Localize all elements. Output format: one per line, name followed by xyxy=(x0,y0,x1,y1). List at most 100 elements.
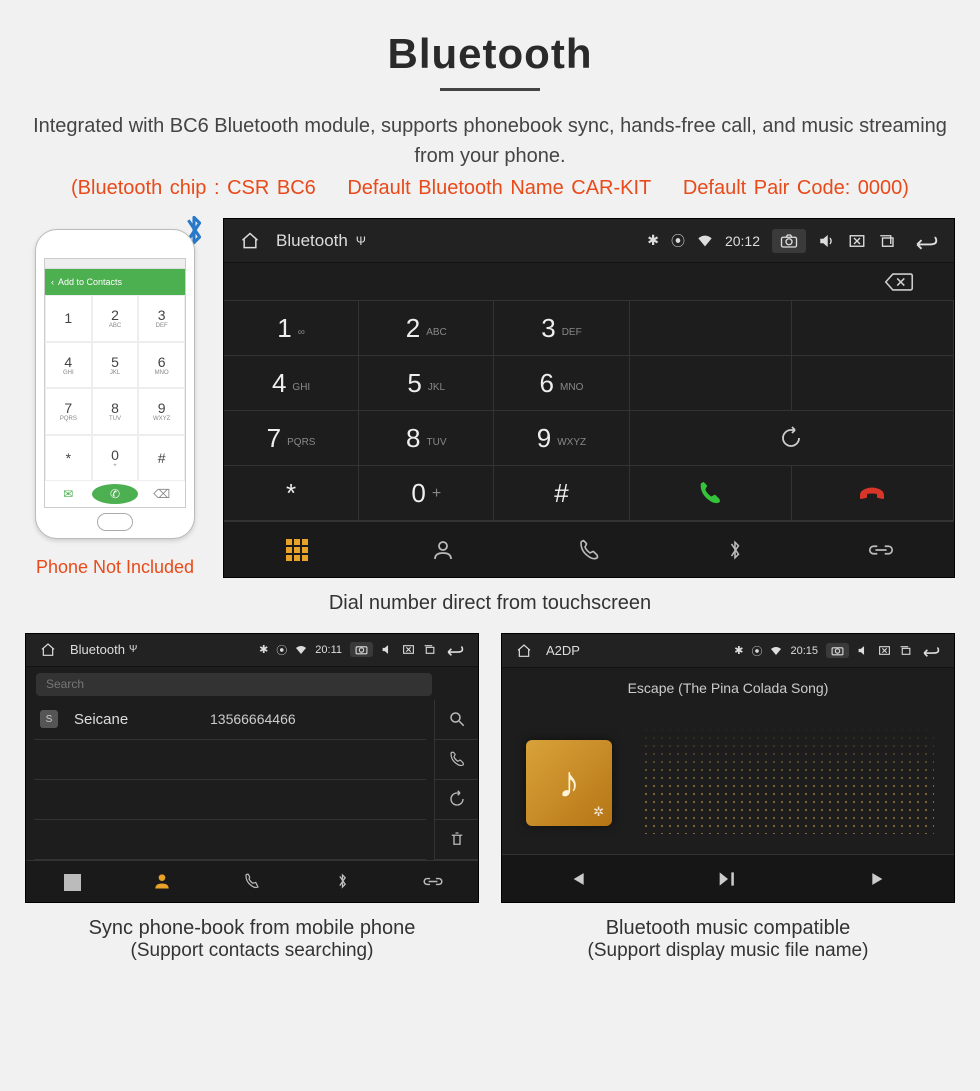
key-4[interactable]: 4GHI xyxy=(224,356,359,411)
spec-chip: (Bluetooth chip : CSR BC6 xyxy=(71,177,316,199)
volume-icon[interactable] xyxy=(381,644,394,655)
phone-keypad: 1 2ABC 3DEF 4GHI 5JKL 6MNO 7PQRS 8TUV 9W… xyxy=(45,295,185,481)
screenshot-icon[interactable] xyxy=(772,229,806,253)
delete-icon[interactable] xyxy=(435,820,478,860)
key-8[interactable]: 8TUV xyxy=(359,411,494,466)
key-7: 7 xyxy=(64,400,72,416)
dialer-bottombar xyxy=(224,521,954,577)
phone-mock: ‹ Add to Contacts 1 2ABC 3DEF 4GHI 5JKL … xyxy=(28,229,203,549)
close-icon[interactable] xyxy=(848,233,866,249)
bluetooth-specs: (Bluetooth chip : CSR BC6 Default Blueto… xyxy=(25,177,955,200)
phonebook-title: Bluetooth xyxy=(70,642,125,657)
prev-button[interactable] xyxy=(502,855,653,902)
key-5[interactable]: 5JKL xyxy=(359,356,494,411)
back-icon: ‹ xyxy=(51,277,54,287)
call-button[interactable] xyxy=(630,466,792,521)
close-icon[interactable] xyxy=(402,644,415,655)
wifi-icon xyxy=(697,234,713,248)
recent-icon[interactable] xyxy=(899,645,912,656)
recent-icon[interactable] xyxy=(878,233,896,249)
key-0[interactable]: 0+ xyxy=(359,466,494,521)
spec-name: Default Bluetooth Name CAR-KIT xyxy=(347,177,651,199)
tab-pair[interactable] xyxy=(808,522,954,577)
page-description: Integrated with BC6 Bluetooth module, su… xyxy=(25,111,955,171)
contact-row[interactable]: S Seicane 13566664466 xyxy=(34,700,426,740)
clock-time: 20:15 xyxy=(790,645,818,657)
tab-bluetooth[interactable] xyxy=(297,861,387,902)
hangup-button[interactable] xyxy=(792,466,954,521)
key-6[interactable]: 6MNO xyxy=(494,356,629,411)
side-actions xyxy=(434,700,478,860)
key-4: 4 xyxy=(64,354,72,370)
album-art: ♪ ✲ xyxy=(526,740,612,826)
search-input[interactable]: Search xyxy=(36,673,432,696)
tab-recents[interactable] xyxy=(207,861,297,902)
volume-icon[interactable] xyxy=(818,233,836,249)
tab-contacts[interactable] xyxy=(370,522,516,577)
back-icon[interactable] xyxy=(912,232,938,250)
empty-cell xyxy=(792,356,954,411)
screenshot-icon[interactable] xyxy=(826,643,849,658)
back-icon[interactable] xyxy=(920,644,940,657)
keypad: 1∞ 2ABC 3DEF 4GHI 5JKL 6MNO 7PQRS 8TUV 9… xyxy=(224,301,954,521)
backspace-button[interactable] xyxy=(844,263,954,300)
contact-number: 13566664466 xyxy=(210,711,296,727)
volume-icon[interactable] xyxy=(857,645,870,656)
key-8: 8 xyxy=(111,400,119,416)
next-button[interactable] xyxy=(803,855,954,902)
key-star[interactable]: * xyxy=(224,466,359,521)
wifi-icon xyxy=(295,645,307,655)
recent-icon[interactable] xyxy=(423,644,436,655)
key-1[interactable]: 1∞ xyxy=(224,301,359,356)
tab-bluetooth[interactable] xyxy=(662,522,808,577)
dialer-caption: Dial number direct from touchscreen xyxy=(25,592,955,615)
page-title: Bluetooth xyxy=(25,30,955,78)
dialer-topbar: Bluetooth Ψ ✱ ⦿ 20:12 xyxy=(224,219,954,263)
search-icon[interactable] xyxy=(435,700,478,740)
key-9: 9 xyxy=(158,400,166,416)
phone-header: ‹ Add to Contacts xyxy=(45,269,185,295)
key-hash: # xyxy=(158,450,166,466)
tab-keypad[interactable] xyxy=(224,522,370,577)
key-3[interactable]: 3DEF xyxy=(494,301,629,356)
a2dp-screenshot: A2DP ✱ ⦿ 20:15 Escape (The Pina Colada S… xyxy=(501,633,955,903)
sms-icon: ✉ xyxy=(45,481,92,507)
tab-keypad[interactable] xyxy=(26,861,116,902)
tab-pair[interactable] xyxy=(388,861,478,902)
bt-status-icon: ✱ xyxy=(734,644,743,657)
home-icon[interactable] xyxy=(40,642,56,658)
number-display xyxy=(224,263,844,300)
call-icon[interactable] xyxy=(435,740,478,780)
phonebook-caption: Sync phone-book from mobile phone (Suppo… xyxy=(25,917,479,962)
close-icon[interactable] xyxy=(878,645,891,656)
phonebook-topbar: Bluetooth Ψ ✱ ⦿ 20:11 xyxy=(26,634,478,667)
tab-recents[interactable] xyxy=(516,522,662,577)
key-9[interactable]: 9WXYZ xyxy=(494,411,629,466)
usb-icon: Ψ xyxy=(129,644,137,655)
key-0: 0 xyxy=(111,447,119,463)
dialer-title: Bluetooth xyxy=(276,231,348,251)
phone-statusbar xyxy=(45,259,185,269)
key-hash[interactable]: # xyxy=(494,466,629,521)
key-3: 3 xyxy=(158,307,166,323)
empty-cell xyxy=(630,356,792,411)
key-2[interactable]: 2ABC xyxy=(359,301,494,356)
screenshot-icon[interactable] xyxy=(350,642,373,657)
a2dp-caption: Bluetooth music compatible (Support disp… xyxy=(501,917,955,962)
tab-contacts[interactable] xyxy=(116,861,206,902)
home-icon[interactable] xyxy=(240,231,260,251)
bt-status-icon: ✱ xyxy=(647,232,659,249)
key-5: 5 xyxy=(111,354,119,370)
home-icon[interactable] xyxy=(516,643,532,659)
play-pause-button[interactable] xyxy=(653,855,804,902)
key-7[interactable]: 7PQRS xyxy=(224,411,359,466)
phone-header-label: Add to Contacts xyxy=(58,277,122,287)
equalizer-visual xyxy=(642,718,934,834)
contacts-list[interactable]: S Seicane 13566664466 xyxy=(26,700,434,860)
a2dp-controls xyxy=(502,854,954,902)
redial-button[interactable] xyxy=(630,411,954,466)
back-icon[interactable] xyxy=(444,643,464,656)
a2dp-topbar: A2DP ✱ ⦿ 20:15 xyxy=(502,634,954,668)
sync-icon[interactable] xyxy=(435,780,478,820)
a2dp-title: A2DP xyxy=(546,643,580,658)
